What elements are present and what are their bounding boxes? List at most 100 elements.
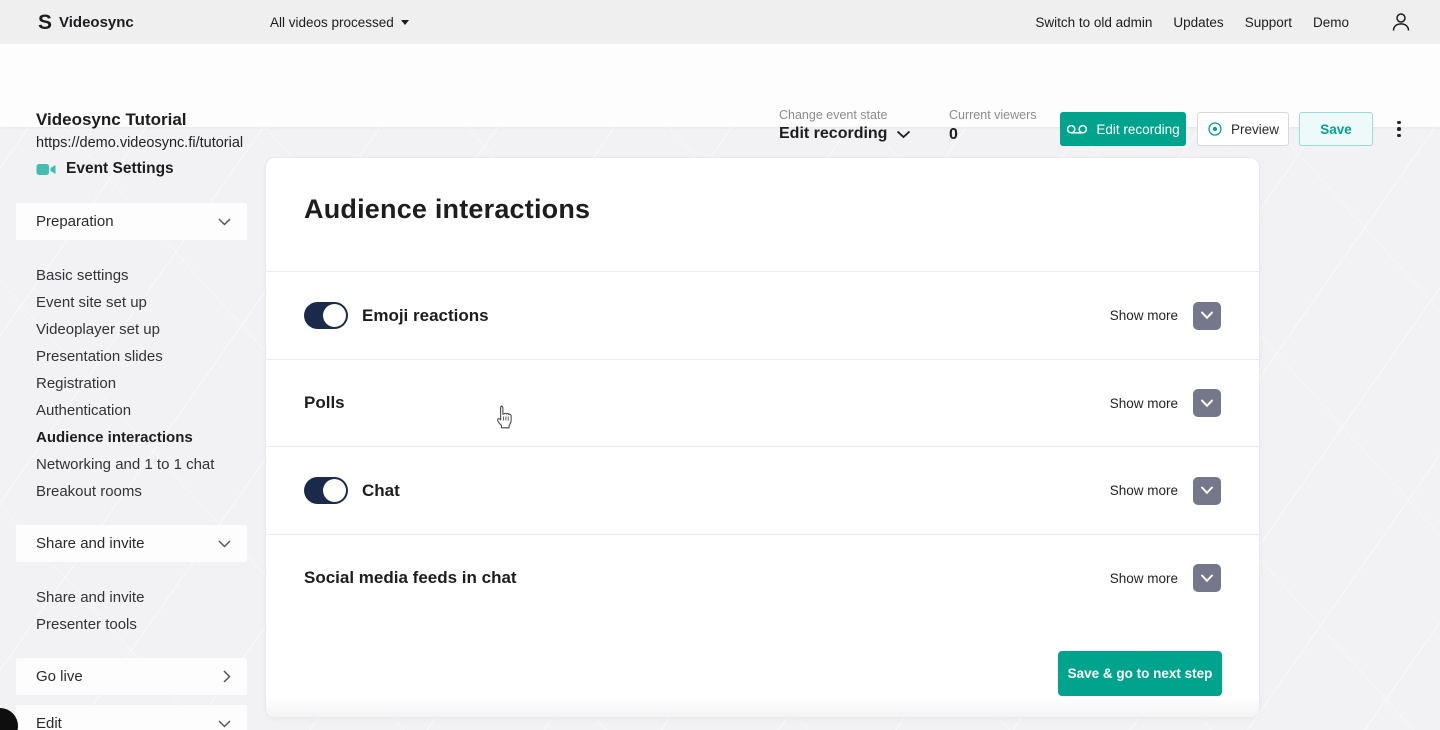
show-more-link[interactable]: Show more [1110, 396, 1178, 411]
edit-recording-button-label: Edit recording [1096, 122, 1179, 137]
sidebar-item-label: Authentication [36, 402, 131, 419]
chevron-down-icon [1200, 311, 1214, 320]
preview-button-label: Preview [1231, 122, 1279, 137]
save-button-label: Save [1320, 122, 1352, 137]
sidebar-item-share-and-invite[interactable]: Share and invite [36, 584, 144, 611]
sidebar-item-label: Breakout rooms [36, 483, 142, 500]
emoji-reactions-toggle[interactable] [304, 302, 348, 329]
sidebar-item-presenter-tools[interactable]: Presenter tools [36, 611, 144, 638]
emoji-reactions-row: Emoji reactions Show more [266, 271, 1259, 359]
sidebar-section-preparation[interactable]: Preparation [16, 203, 247, 240]
current-viewers-count: 0 [949, 126, 1037, 144]
more-options-kebab-icon[interactable] [1392, 117, 1406, 141]
chevron-down-icon [218, 540, 231, 548]
sidebar-title: Event Settings [36, 160, 174, 178]
chat-toggle[interactable] [304, 477, 348, 504]
videos-processed-dropdown[interactable]: All videos processed [270, 0, 409, 44]
save-next-step-button[interactable]: Save & go to next step [1058, 651, 1222, 696]
chevron-down-icon [218, 218, 231, 226]
event-state-block: Change event state Edit recording [779, 108, 911, 143]
show-more-link[interactable]: Show more [1110, 483, 1178, 498]
event-state-label: Change event state [779, 108, 911, 122]
sidebar-item-label: Audience interactions [36, 429, 193, 446]
expand-row-button[interactable] [1193, 564, 1221, 592]
sidebar-item-videoplayer-set-up[interactable]: Videoplayer set up [36, 316, 214, 343]
sidebar-title-label: Event Settings [66, 160, 174, 178]
demo-link[interactable]: Demo [1313, 15, 1349, 30]
show-more-link[interactable]: Show more [1110, 308, 1178, 323]
save-button[interactable]: Save [1299, 112, 1373, 146]
sidebar-section-go-live[interactable]: Go live [16, 658, 247, 695]
videosync-logo[interactable]: S Videosync [38, 0, 134, 44]
section-edit-label: Edit [36, 715, 62, 730]
sidebar-item-basic-settings[interactable]: Basic settings [36, 262, 214, 289]
updates-link[interactable]: Updates [1173, 15, 1223, 30]
share-items: Share and invite Presenter tools [36, 584, 144, 638]
event-state-value: Edit recording [779, 125, 887, 143]
current-viewers-block: Current viewers 0 [949, 108, 1037, 144]
user-account-button[interactable] [1390, 11, 1412, 33]
preview-button[interactable]: Preview [1197, 112, 1289, 146]
videos-processed-label: All videos processed [270, 15, 394, 30]
support-link[interactable]: Support [1245, 15, 1292, 30]
chevron-right-icon [223, 670, 231, 683]
sidebar-item-label: Event site set up [36, 294, 147, 311]
sidebar-item-label: Registration [36, 375, 116, 392]
sidebar-item-label: Basic settings [36, 267, 129, 284]
sidebar-item-presentation-slides[interactable]: Presentation slides [36, 343, 214, 370]
caret-down-icon [401, 20, 409, 25]
page-title: Audience interactions [304, 194, 590, 225]
section-golive-label: Go live [36, 668, 83, 685]
sidebar-item-event-site-set-up[interactable]: Event site set up [36, 289, 214, 316]
sidebar-item-label: Share and invite [36, 589, 144, 606]
app-window: S Videosync All videos processed Switch … [0, 0, 1440, 730]
social-media-feeds-label: Social media feeds in chat [304, 568, 517, 588]
sidebar-section-edit[interactable]: Edit [16, 705, 247, 730]
chat-label: Chat [362, 481, 400, 501]
edit-recording-button[interactable]: Edit recording [1060, 112, 1186, 146]
section-share-label: Share and invite [36, 535, 144, 552]
brand-name: Videosync [59, 14, 134, 31]
chevron-down-icon [896, 130, 911, 139]
sidebar-item-networking-1to1-chat[interactable]: Networking and 1 to 1 chat [36, 451, 214, 478]
videosync-s-logo-icon: S [38, 12, 51, 33]
polls-row: Polls Show more [266, 359, 1259, 446]
event-state-selector[interactable]: Edit recording [779, 125, 911, 143]
social-media-feeds-row: Social media feeds in chat Show more [266, 534, 1259, 621]
expand-row-button[interactable] [1193, 389, 1221, 417]
chevron-down-icon [1200, 574, 1214, 583]
recording-icon [1066, 124, 1088, 135]
sidebar-item-label: Networking and 1 to 1 chat [36, 456, 214, 473]
chevron-down-icon [218, 720, 231, 728]
sidebar-item-authentication[interactable]: Authentication [36, 397, 214, 424]
sidebar-item-label: Presenter tools [36, 616, 137, 633]
sidebar-item-registration[interactable]: Registration [36, 370, 214, 397]
person-icon [1390, 11, 1412, 33]
preview-eye-icon [1207, 121, 1223, 137]
expand-row-button[interactable] [1193, 302, 1221, 330]
preparation-items: Basic settings Event site set up Videopl… [36, 262, 214, 505]
sidebar-section-share-and-invite[interactable]: Share and invite [16, 525, 247, 562]
sidebar-item-label: Videoplayer set up [36, 321, 160, 338]
switch-to-old-admin-link[interactable]: Switch to old admin [1035, 15, 1152, 30]
audience-interactions-panel: Audience interactions Emoji reactions Sh… [265, 157, 1260, 718]
event-header: Videosync Tutorial https://demo.videosyn… [0, 44, 1440, 127]
section-preparation-label: Preparation [36, 213, 114, 230]
top-bar: S Videosync All videos processed Switch … [0, 0, 1440, 44]
show-more-link[interactable]: Show more [1110, 571, 1178, 586]
expand-row-button[interactable] [1193, 477, 1221, 505]
current-viewers-label: Current viewers [949, 108, 1037, 122]
chat-row: Chat Show more [266, 446, 1259, 534]
sidebar-item-breakout-rooms[interactable]: Breakout rooms [36, 478, 214, 505]
chevron-down-icon [1200, 399, 1214, 408]
sidebar-item-label: Presentation slides [36, 348, 163, 365]
sidebar-item-audience-interactions[interactable]: Audience interactions [36, 424, 214, 451]
event-url[interactable]: https://demo.videosync.fi/tutorial [36, 135, 243, 151]
emoji-reactions-label: Emoji reactions [362, 306, 489, 326]
event-title: Videosync Tutorial [36, 110, 187, 130]
toggle-knob [323, 479, 346, 502]
polls-label: Polls [304, 393, 345, 413]
video-camera-icon [36, 162, 56, 177]
top-nav: Switch to old admin Updates Support Demo [1035, 0, 1412, 44]
chevron-down-icon [1200, 486, 1214, 495]
